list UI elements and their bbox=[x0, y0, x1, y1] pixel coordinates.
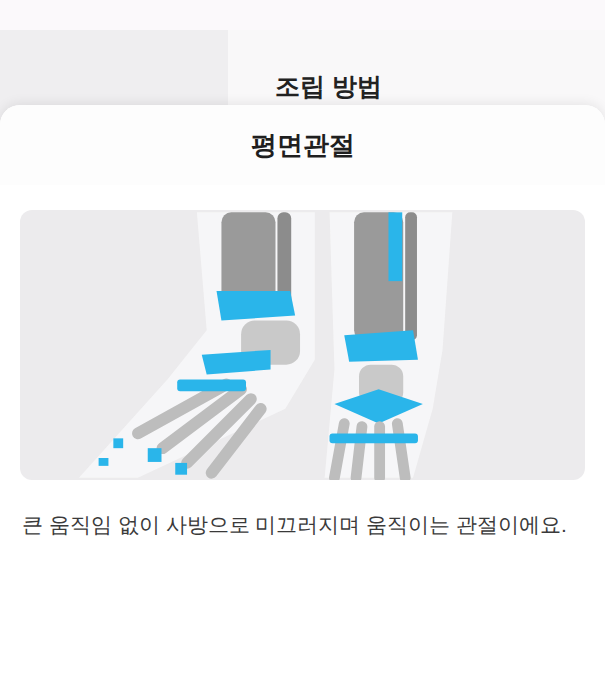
bottom-sheet: 평면관절큰 움직임 없이 사방으로 미끄러지며 움직이는 관절이에요. bbox=[0, 105, 605, 700]
sheet-description: 큰 움직임 없이 사방으로 미끄러지며 움직이는 관절이에요. bbox=[22, 508, 583, 542]
background-title: 조립 방법 bbox=[275, 68, 605, 106]
image-card bbox=[20, 210, 585, 480]
sheet-title: 평면관절 bbox=[251, 126, 355, 165]
app-screen: 조립 방법평면관절큰 움직임 없이 사방으로 미끄러지며 움직이는 관절이에요. bbox=[0, 0, 605, 700]
sheet-header: 평면관절 bbox=[0, 105, 605, 185]
foot-joint-illustration bbox=[20, 210, 585, 480]
top-strip bbox=[0, 0, 605, 30]
